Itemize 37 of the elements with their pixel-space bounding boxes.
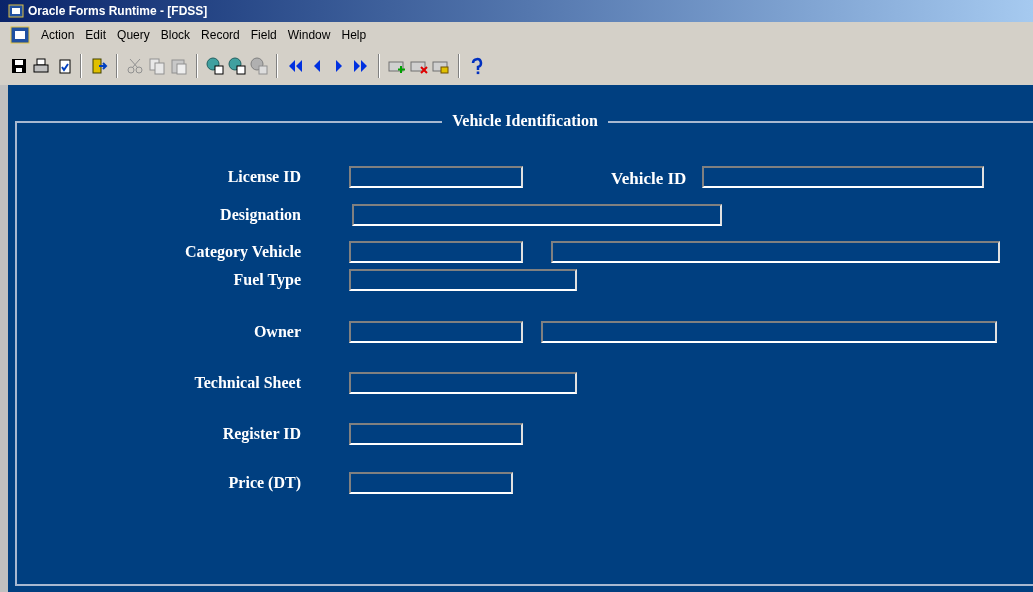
field-label: Price (DT) <box>228 473 301 494</box>
field-label: Technical Sheet <box>194 373 301 393</box>
menu-item[interactable]: Block <box>160 25 191 44</box>
print-icon[interactable] <box>32 57 50 75</box>
field-label: Register ID <box>222 424 301 445</box>
input-field[interactable] <box>541 321 997 343</box>
menu-item[interactable]: Window <box>287 25 331 44</box>
menu-item[interactable]: Field <box>250 25 277 44</box>
last-record-icon[interactable] <box>352 57 370 75</box>
field-label: Designation <box>220 205 301 226</box>
app-icon <box>8 4 24 18</box>
query-icon[interactable] <box>228 57 246 75</box>
input-field[interactable] <box>702 166 985 188</box>
exit-icon[interactable] <box>90 57 108 75</box>
input-field[interactable] <box>349 423 523 445</box>
field-label: Vehicle ID <box>611 168 687 191</box>
input-field[interactable] <box>349 166 523 188</box>
menu-item[interactable]: Edit <box>85 25 107 44</box>
menu-item[interactable]: Query <box>117 25 150 44</box>
input-field[interactable] <box>349 321 523 343</box>
menu-item[interactable]: Action <box>41 25 75 44</box>
input-field[interactable] <box>349 472 513 494</box>
input-field[interactable] <box>349 372 577 394</box>
menu-item[interactable]: Help <box>341 25 367 44</box>
input-field[interactable] <box>551 241 1000 263</box>
field-label: Fuel Type <box>233 270 301 291</box>
input-field[interactable] <box>349 269 577 291</box>
window-title: Oracle Forms Runtime - [FDSS] <box>28 3 208 20</box>
save-icon[interactable] <box>10 57 28 75</box>
input-field[interactable] <box>352 204 722 226</box>
menu-item[interactable]: Record <box>201 25 240 44</box>
field-label: Category Vehicle <box>185 242 301 263</box>
form-icon[interactable] <box>10 25 30 44</box>
input-field[interactable] <box>349 241 523 263</box>
field-label: Owner <box>253 322 301 342</box>
query-icon[interactable] <box>206 57 224 75</box>
field-label: License ID <box>227 167 301 187</box>
